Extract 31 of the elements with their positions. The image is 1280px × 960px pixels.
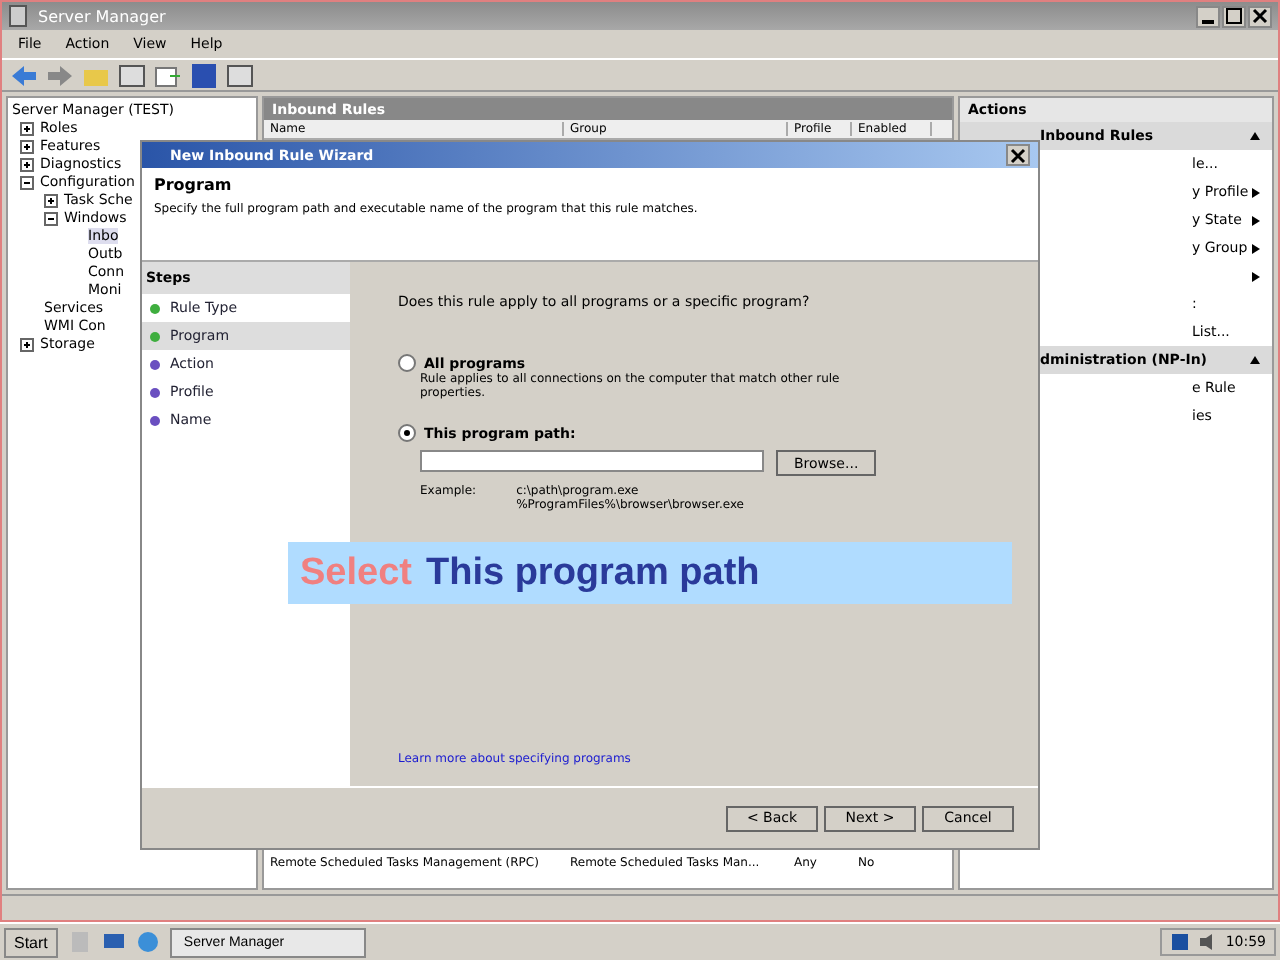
close-button[interactable]: [1006, 144, 1030, 166]
collapse-icon[interactable]: [1250, 356, 1260, 364]
speaker-icon[interactable]: [1197, 932, 1218, 952]
expander-icon[interactable]: [44, 211, 58, 225]
path-field[interactable]: [420, 450, 764, 472]
radio-button[interactable]: [398, 354, 416, 372]
maximize-icon: [1226, 8, 1242, 24]
collapse-icon[interactable]: [1250, 132, 1260, 140]
submenu-icon[interactable]: [1252, 187, 1260, 197]
network-icon[interactable]: [1169, 932, 1190, 952]
expander-icon[interactable]: [20, 139, 34, 153]
close-button[interactable]: [1248, 5, 1272, 27]
expander-icon[interactable]: [20, 175, 34, 189]
submenu-icon[interactable]: [1252, 215, 1260, 225]
expander-icon[interactable]: [20, 157, 34, 171]
caption-verb: Select: [300, 551, 412, 595]
minimize-button[interactable]: [1196, 5, 1220, 27]
wizard-heading: Program: [154, 176, 234, 194]
monitor-icon[interactable]: [101, 930, 126, 954]
back-icon[interactable]: [10, 63, 38, 87]
caption-target: This program path: [425, 551, 760, 595]
radio-button[interactable]: [398, 424, 416, 442]
window-title: Server Manager: [38, 7, 166, 25]
expander-icon[interactable]: [44, 193, 58, 207]
expander-icon[interactable]: [20, 121, 34, 135]
expander-icon[interactable]: [20, 337, 34, 351]
start-button[interactable]: Start: [4, 927, 58, 957]
export-icon[interactable]: [154, 63, 182, 87]
submenu-icon[interactable]: [1252, 243, 1260, 253]
submenu-icon[interactable]: [1252, 271, 1260, 281]
maximize-button[interactable]: [1222, 5, 1246, 27]
